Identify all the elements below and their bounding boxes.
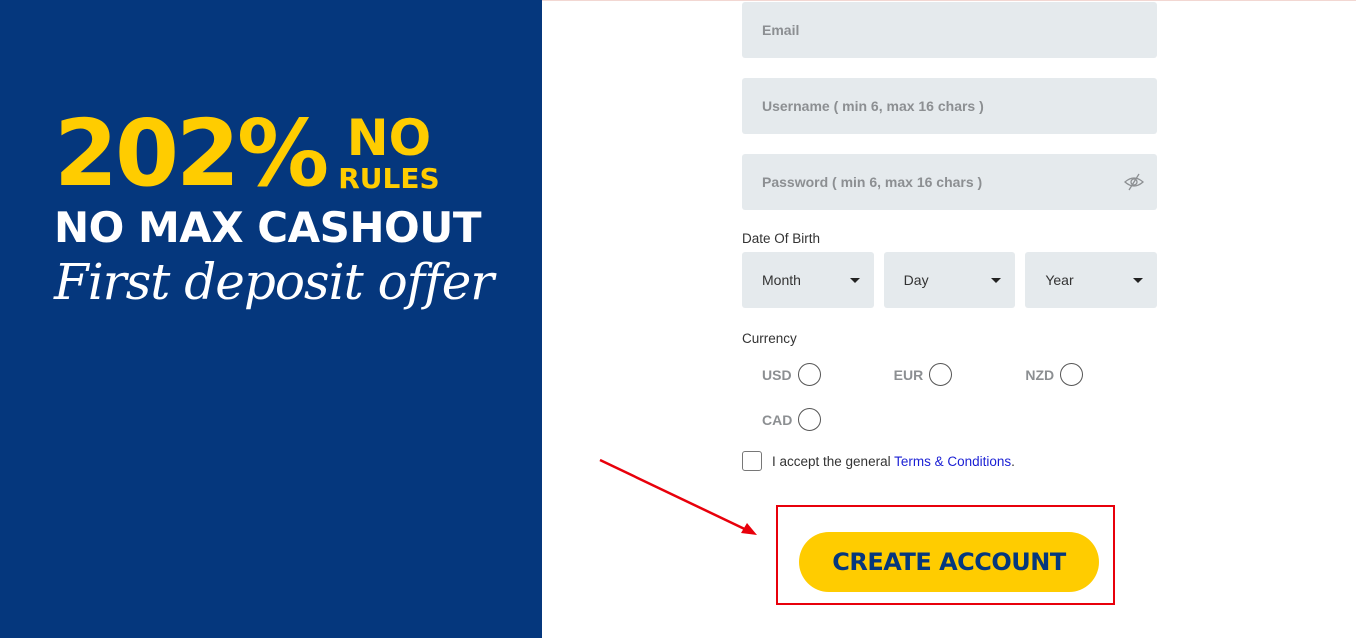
year-select-value: Year [1045,272,1074,288]
radio-cad[interactable] [798,408,822,431]
day-select[interactable]: Day [883,252,1016,308]
terms-row: I accept the general Terms & Conditions. [742,451,1157,471]
radio-eur[interactable] [929,363,953,386]
email-input[interactable] [762,22,1122,38]
username-field-wrapper [742,78,1157,134]
radio-nzd[interactable] [1060,363,1084,386]
caret-down-icon [1133,278,1144,283]
currency-row: CAD [742,397,1157,442]
promo-text: 202% NO RULES NO MAX CASHOUT First depos… [54,108,494,312]
promo-banner: 202% NO RULES NO MAX CASHOUT First depos… [0,0,542,638]
promo-no-max-cashout: NO MAX CASHOUT [54,203,481,252]
password-input[interactable] [762,174,1122,190]
dob-selects: Month Day Year [742,252,1158,308]
currency-row: USD EUR NZD [742,352,1157,397]
eye-slash-icon[interactable] [1123,172,1145,192]
caret-down-icon [991,278,1002,283]
password-field-wrapper [742,154,1157,210]
currency-option-cad[interactable]: CAD [762,408,895,431]
day-select-value: Day [903,272,929,288]
email-field-wrapper [742,2,1157,58]
create-account-button[interactable]: CREATE ACCOUNT [799,532,1099,592]
month-select-value: Month [762,272,801,288]
promo-rules: RULES [338,162,440,195]
caret-down-icon [849,278,860,283]
currency-option-usd[interactable]: USD [762,363,894,386]
promo-first-deposit: First deposit offer [54,253,494,311]
currency-option-eur[interactable]: EUR [894,363,1026,386]
annotation-arrow-icon [599,458,757,535]
dob-label: Date Of Birth [742,231,821,246]
promo-percent: 202% [54,100,329,207]
radio-usd[interactable] [797,363,821,386]
username-input[interactable] [762,98,1122,114]
currency-label: Currency [742,331,797,346]
currency-option-nzd[interactable]: NZD [1025,363,1157,386]
year-select[interactable]: Year [1025,252,1158,308]
top-divider [542,0,1356,1]
month-select[interactable]: Month [742,252,874,308]
terms-link[interactable]: Terms & Conditions [894,454,1011,469]
terms-text: I accept the general Terms & Conditions. [772,453,1015,469]
registration-form: Date Of Birth Month Day Year Currency US… [742,2,1158,471]
promo-no: NO [346,109,432,167]
